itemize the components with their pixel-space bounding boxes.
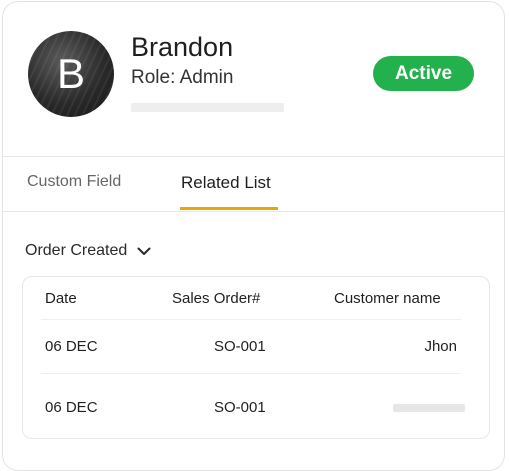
row-1-date: 06 DEC [45,338,98,355]
row-1-customer: Jhon [424,338,457,355]
dropdown-label: Order Created [25,242,128,259]
row-2-sales-order[interactable]: SO-001 [214,399,266,416]
placeholder-line [131,103,284,112]
profile-name: Brandon [131,32,234,62]
tab-custom-field[interactable]: Custom Field [27,173,121,191]
column-header-date: Date [45,290,77,307]
row-divider [41,319,461,320]
header-divider [3,156,504,157]
row-divider [41,373,461,374]
active-tab-indicator [180,207,278,210]
tabs-divider [3,211,504,212]
avatar: B [28,31,114,117]
column-header-sales-order: Sales Order# [172,290,261,307]
order-created-dropdown[interactable]: Order Created [25,242,151,260]
row-2-customer-placeholder [393,404,465,412]
profile-role: Role: Admin [131,67,234,88]
avatar-initial: B [56,50,85,97]
column-header-customer-name: Customer name [334,290,441,307]
tab-related-list[interactable]: Related List [181,173,271,193]
chevron-down-icon [137,247,151,256]
status-badge: Active [373,56,474,91]
related-list-table: Date Sales Order# Customer name 06 DEC S… [22,276,490,439]
row-2-date: 06 DEC [45,399,98,416]
row-1-sales-order[interactable]: SO-001 [214,338,266,355]
